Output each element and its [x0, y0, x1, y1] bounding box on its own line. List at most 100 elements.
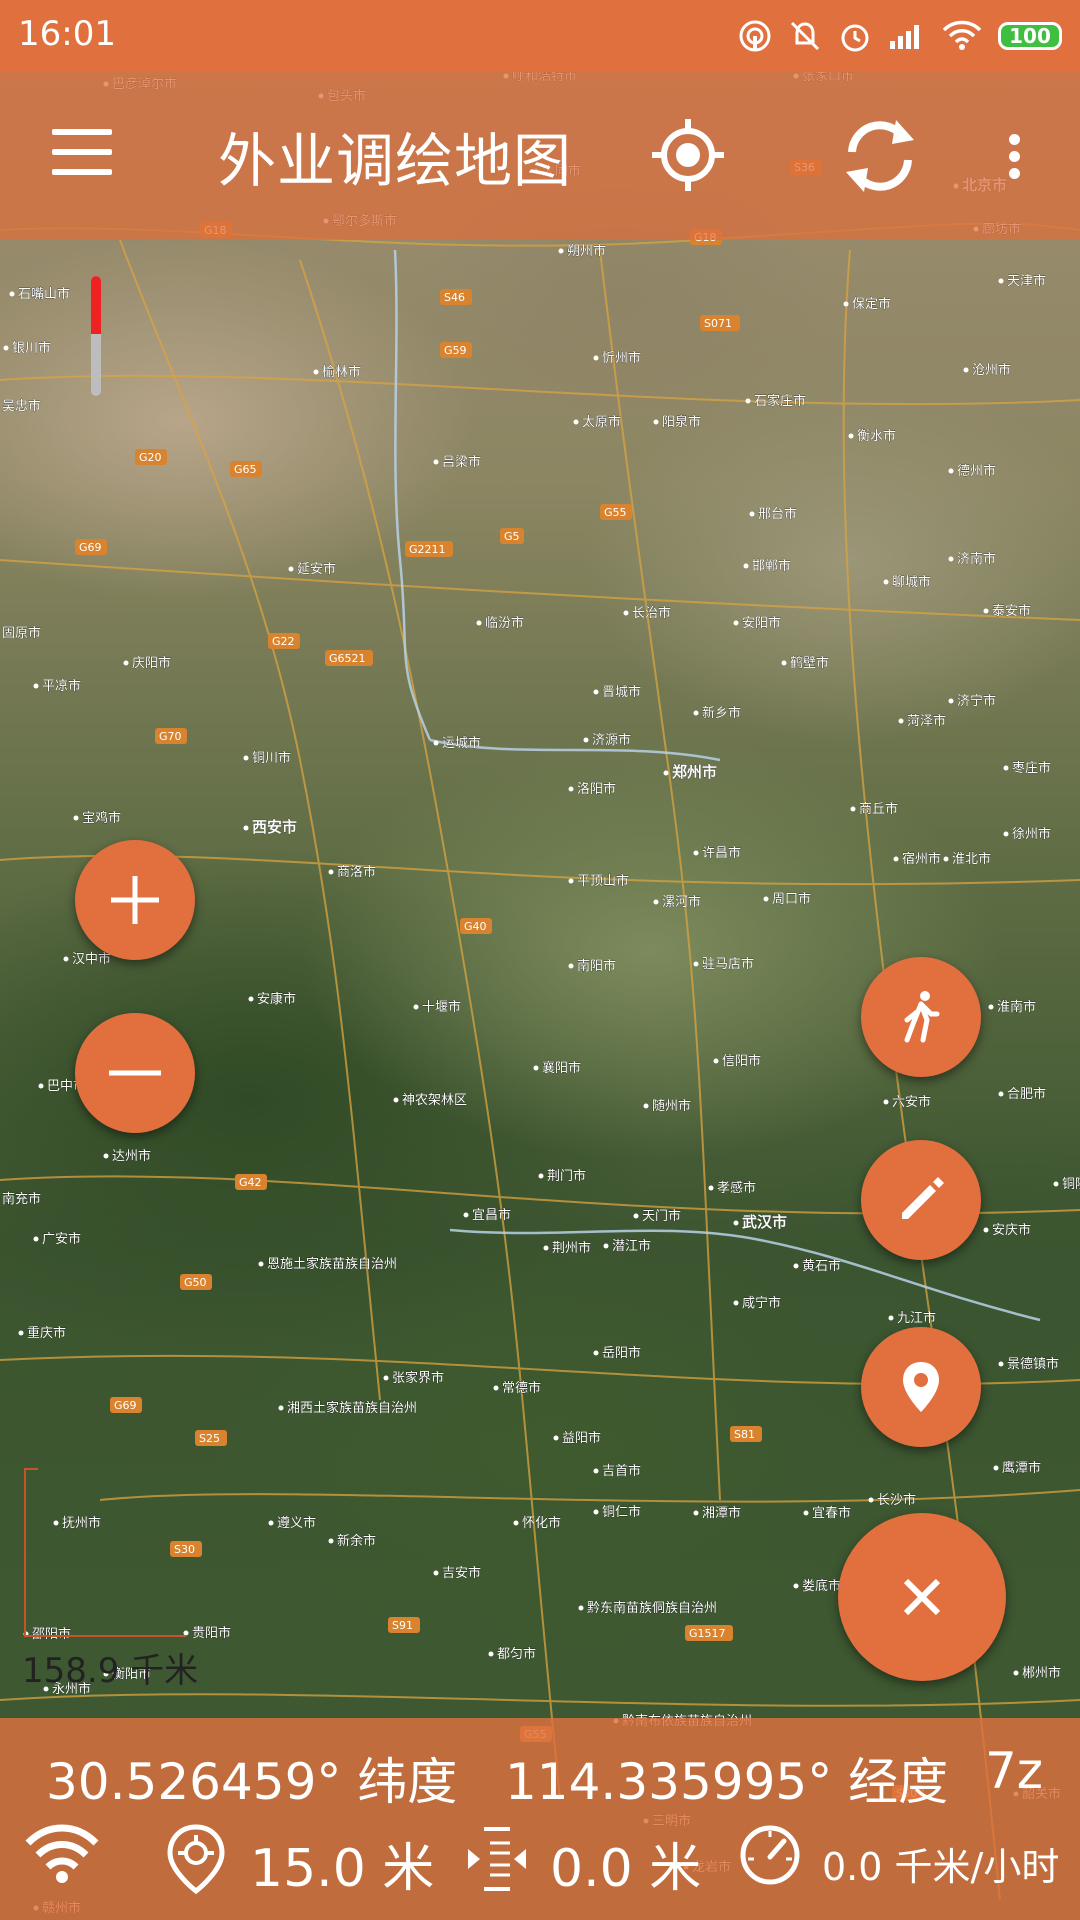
city-marker	[328, 1538, 334, 1544]
city-marker	[743, 563, 749, 569]
city-marker	[73, 815, 79, 821]
city-marker	[883, 579, 889, 585]
city-marker	[745, 398, 751, 404]
city-marker	[543, 1245, 549, 1251]
road-label: G69	[114, 1399, 137, 1412]
walk-mode-button[interactable]	[861, 957, 981, 1077]
scale-bar	[24, 1468, 186, 1637]
city-label: 天津市	[1007, 273, 1046, 289]
city-marker	[998, 1361, 1004, 1367]
city-marker	[383, 1375, 389, 1381]
city-label: 岳阳市	[602, 1345, 641, 1361]
zoom-out-button[interactable]	[75, 1013, 195, 1133]
city-marker	[258, 1261, 264, 1267]
close-menu-button[interactable]	[838, 1513, 1006, 1681]
city-label: 周口市	[772, 891, 811, 907]
city-marker	[713, 1058, 719, 1064]
speed-value: 0.0 千米/小时	[822, 1845, 1060, 1889]
city-marker	[313, 369, 319, 375]
alarm-icon	[841, 24, 869, 52]
city-label: 荆州市	[552, 1240, 591, 1256]
city-label: 铜川市	[252, 750, 291, 766]
status-time: 16:01	[18, 14, 116, 54]
city-marker	[413, 1004, 419, 1010]
city-marker	[693, 710, 699, 716]
city-label: 阳泉市	[662, 414, 701, 430]
road-label: G50	[184, 1276, 207, 1289]
road-label: G5	[504, 530, 520, 543]
road-label: G40	[464, 920, 487, 933]
city-marker	[103, 1153, 109, 1159]
city-label: 济南市	[957, 551, 996, 567]
city-label: 朔州市	[567, 243, 606, 259]
city-label: 娄底市	[802, 1578, 841, 1594]
city-marker	[653, 899, 659, 905]
plus-icon	[111, 876, 159, 924]
city-label: 银川市	[12, 340, 51, 356]
city-label: 济源市	[592, 732, 631, 748]
city-marker	[693, 850, 699, 856]
city-label: 运城市	[442, 735, 481, 751]
road-label: G55	[604, 506, 627, 519]
city-label: 宜春市	[812, 1505, 851, 1521]
city-marker	[868, 1497, 874, 1503]
city-marker	[63, 956, 69, 962]
city-label: 延安市	[297, 561, 336, 577]
latitude-value: 30.526459° 纬度	[46, 1753, 458, 1811]
city-label: 铜仁市	[602, 1504, 641, 1520]
city-label: 西安市	[252, 818, 297, 836]
city-marker	[1013, 1670, 1019, 1676]
city-label: 吉首市	[602, 1463, 641, 1479]
city-label: 宝鸡市	[82, 810, 121, 826]
scale-label: 158.9 千米	[22, 1651, 199, 1691]
city-label: 邢台市	[758, 506, 797, 522]
city-marker	[593, 355, 599, 361]
city-marker	[793, 1263, 799, 1269]
city-marker	[433, 1570, 439, 1576]
menu-button[interactable]	[52, 129, 114, 179]
city-label: 南充市	[2, 1191, 41, 1207]
road-label: G1517	[689, 1627, 726, 1640]
city-label: 湘西土家族苗族自治州	[287, 1400, 417, 1416]
locate-button[interactable]	[650, 117, 726, 193]
map-pin-icon	[903, 1362, 939, 1412]
city-label: 邯郸市	[752, 558, 791, 574]
city-label: 咸宁市	[742, 1295, 781, 1311]
city-label: 石嘴山市	[18, 286, 70, 302]
city-marker	[578, 1605, 584, 1611]
compass-indicator[interactable]	[91, 276, 101, 396]
city-marker	[513, 1520, 519, 1526]
city-marker	[998, 278, 1004, 284]
road-label: S46	[444, 291, 465, 304]
road-label: G6521	[329, 652, 366, 665]
city-label: 保定市	[852, 296, 891, 312]
city-label: 神农架林区	[402, 1093, 467, 1108]
city-marker	[593, 689, 599, 695]
city-marker	[603, 1243, 609, 1249]
battery-icon: 100	[998, 22, 1062, 50]
city-label: 长沙市	[877, 1492, 916, 1508]
city-label: 庆阳市	[132, 655, 171, 671]
city-marker	[883, 1099, 889, 1105]
city-marker	[593, 1350, 599, 1356]
add-marker-button[interactable]	[861, 1327, 981, 1447]
city-label: 晋城市	[602, 684, 641, 700]
sync-button[interactable]	[838, 114, 922, 198]
city-label: 遵义市	[277, 1515, 316, 1531]
road-label: G59	[444, 344, 467, 357]
city-marker	[898, 718, 904, 724]
city-marker	[288, 566, 294, 572]
walk-icon	[904, 991, 940, 1043]
minus-icon	[109, 1070, 161, 1076]
zoom-in-button[interactable]	[75, 840, 195, 960]
edit-button[interactable]	[861, 1140, 981, 1260]
city-label: 安阳市	[742, 615, 781, 631]
city-marker	[850, 806, 856, 812]
city-label: 天门市	[642, 1208, 681, 1224]
road-label: S071	[704, 317, 732, 330]
city-label: 德州市	[957, 463, 996, 479]
city-marker	[733, 620, 739, 626]
city-marker	[733, 1300, 739, 1306]
more-options-button[interactable]	[996, 130, 1032, 186]
city-marker	[476, 620, 482, 626]
